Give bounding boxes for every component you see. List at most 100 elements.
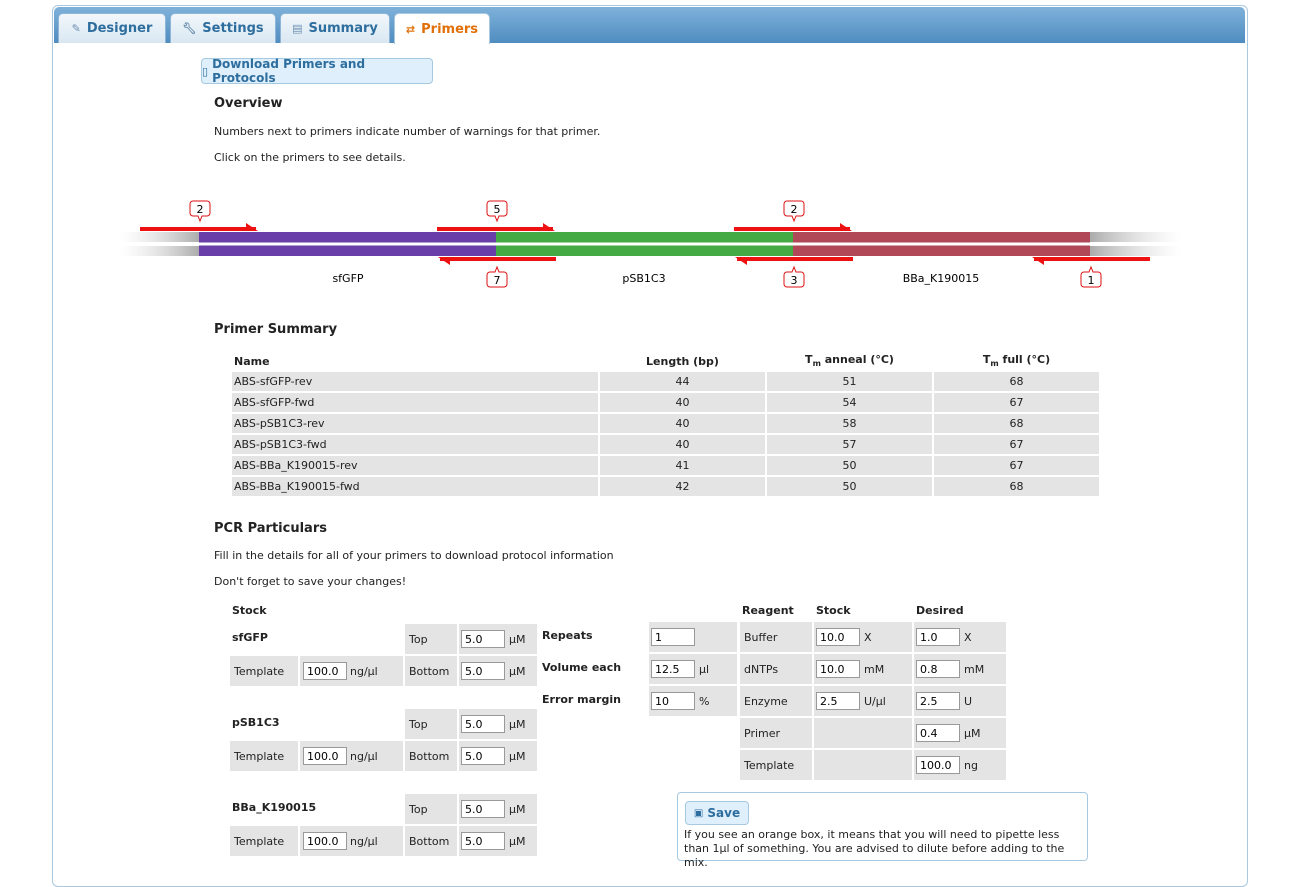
tab-label: Settings bbox=[202, 21, 264, 36]
stock-heading: Stock bbox=[232, 604, 267, 617]
table-row[interactable]: ABS-BBa_K190015-fwd 42 50 68 bbox=[232, 477, 1099, 496]
pcr-heading: PCR Particulars bbox=[214, 521, 327, 536]
col-tm-anneal: Tm anneal (°C) bbox=[805, 353, 894, 369]
reagent-desired-cell: ng bbox=[914, 750, 1006, 780]
bottom-primer-conc-input[interactable] bbox=[461, 747, 505, 765]
warning-count: 7 bbox=[494, 274, 501, 287]
forward-primer-2[interactable] bbox=[437, 223, 555, 231]
tab-settings[interactable]: 🔧︎ Settings bbox=[170, 13, 276, 43]
save-note: If you see an orange box, it means that … bbox=[684, 828, 1065, 869]
download-primers-label: Download Primers and Protocols bbox=[212, 57, 366, 85]
primer-name: ABS-pSB1C3-rev bbox=[232, 414, 598, 433]
template-conc-input[interactable] bbox=[303, 747, 347, 765]
warning-badge[interactable]: 5 bbox=[486, 200, 508, 223]
top-primer-conc-input[interactable] bbox=[461, 715, 505, 733]
primer-name: ABS-BBa_K190015-rev bbox=[232, 456, 598, 475]
top-primer-conc-input[interactable] bbox=[461, 630, 505, 648]
reagent-desired-cell: mM bbox=[914, 654, 1006, 684]
warning-count: 1 bbox=[1088, 274, 1095, 287]
top-primer-conc-input[interactable] bbox=[461, 800, 505, 818]
reverse-primer-1[interactable] bbox=[438, 257, 556, 265]
reagent-desired-heading: Desired bbox=[916, 604, 964, 617]
bottom-primer-conc-input[interactable] bbox=[461, 662, 505, 680]
reagent-stock-cell bbox=[814, 718, 912, 748]
bottom-primer-conc-input[interactable] bbox=[461, 832, 505, 850]
reagent-stock-cell bbox=[814, 750, 912, 780]
enzyme-stock-input[interactable] bbox=[816, 692, 860, 710]
top-label-cell: Top bbox=[405, 794, 457, 824]
primer-length: 42 bbox=[600, 477, 765, 496]
warning-badge[interactable]: 1 bbox=[1080, 265, 1102, 288]
tab-label: Designer bbox=[86, 21, 153, 36]
part-label-psb1c3: pSB1C3 bbox=[622, 272, 665, 285]
primer-tm-anneal: 51 bbox=[767, 372, 932, 391]
primer-tm-anneal: 50 bbox=[767, 477, 932, 496]
reagent-stock-cell: X bbox=[814, 622, 912, 652]
volume-each-input[interactable] bbox=[651, 660, 695, 678]
download-primers-button[interactable]: ▯ Download Primers and Protocols bbox=[201, 57, 433, 85]
forward-primer-1[interactable] bbox=[140, 223, 258, 231]
buffer-desired-input[interactable] bbox=[916, 628, 960, 646]
primer-length: 40 bbox=[600, 393, 765, 412]
backbone-left-bottom bbox=[120, 246, 200, 256]
reagent-heading: Reagent bbox=[742, 604, 794, 617]
dntps-desired-input[interactable] bbox=[916, 660, 960, 678]
table-row[interactable]: ABS-pSB1C3-rev 40 58 68 bbox=[232, 414, 1099, 433]
bottom-label-cell: Bottom bbox=[405, 656, 457, 686]
tab-primers[interactable]: ⇄ Primers bbox=[394, 13, 490, 44]
primer-tm-anneal: 58 bbox=[767, 414, 932, 433]
reagent-stock-heading: Stock bbox=[816, 604, 851, 617]
repeats-label: Repeats bbox=[542, 629, 593, 642]
warning-badge[interactable]: 7 bbox=[486, 265, 508, 288]
stock-part-name: BBa_K190015 bbox=[232, 801, 317, 814]
reagent-name-cell: Template bbox=[740, 750, 812, 780]
buffer-stock-input[interactable] bbox=[816, 628, 860, 646]
tab-label: Summary bbox=[308, 21, 378, 36]
reagent-name-cell: dNTPs bbox=[740, 654, 812, 684]
warning-count: 2 bbox=[791, 203, 798, 216]
warning-badge[interactable]: 2 bbox=[783, 200, 805, 223]
table-row[interactable]: ABS-BBa_K190015-rev 41 50 67 bbox=[232, 456, 1099, 475]
overview-text-2: Click on the primers to see details. bbox=[214, 151, 406, 164]
wrench-icon: 🔧︎ bbox=[182, 22, 197, 35]
table-row[interactable]: ABS-pSB1C3-fwd 40 57 67 bbox=[232, 435, 1099, 454]
tab-designer[interactable]: ✎ Designer bbox=[58, 13, 166, 43]
primer-summary-table: Name Length (bp) Tm anneal (°C) Tm full … bbox=[230, 350, 1101, 498]
error-margin-label: Error margin bbox=[542, 693, 621, 706]
template-conc-input[interactable] bbox=[303, 662, 347, 680]
reagent-desired-cell: U bbox=[914, 686, 1006, 716]
error-margin-cell: % bbox=[649, 686, 737, 716]
col-length: Length (bp) bbox=[646, 354, 719, 368]
tab-summary[interactable]: ▤ Summary bbox=[280, 13, 390, 43]
primer-tm-full: 68 bbox=[934, 477, 1099, 496]
part-label-sfgfp: sfGFP bbox=[332, 272, 363, 285]
bottom-label-cell: Bottom bbox=[405, 826, 457, 856]
warning-badge[interactable]: 2 bbox=[189, 200, 211, 223]
top-label-cell: Top bbox=[405, 624, 457, 654]
pcr-text-2: Don't forget to save your changes! bbox=[214, 575, 407, 588]
template-label-cell: Template bbox=[230, 656, 298, 686]
repeats-input[interactable] bbox=[651, 628, 695, 646]
enzyme-desired-input[interactable] bbox=[916, 692, 960, 710]
forward-primer-3[interactable] bbox=[734, 223, 852, 231]
primer-length: 41 bbox=[600, 456, 765, 475]
document-icon: ▤ bbox=[292, 22, 303, 35]
warning-count: 3 bbox=[791, 274, 798, 287]
primer-name: ABS-pSB1C3-fwd bbox=[232, 435, 598, 454]
primer-summary-heading: Primer Summary bbox=[214, 322, 338, 337]
pcr-text-1: Fill in the details for all of your prim… bbox=[214, 549, 614, 562]
reverse-primer-2[interactable] bbox=[735, 257, 853, 265]
table-row[interactable]: ABS-sfGFP-fwd 40 54 67 bbox=[232, 393, 1099, 412]
template-desired-input[interactable] bbox=[916, 756, 960, 774]
warning-badge[interactable]: 3 bbox=[783, 265, 805, 288]
table-row[interactable]: ABS-sfGFP-rev 44 51 68 bbox=[232, 372, 1099, 391]
dntps-stock-input[interactable] bbox=[816, 660, 860, 678]
construct-diagram: 2 5 2 7 3 1 sfGFP pSB1C3 BBa_K190015 bbox=[120, 200, 1181, 288]
template-conc-input[interactable] bbox=[303, 832, 347, 850]
save-panel: ▣ Save If you see an orange box, it mean… bbox=[677, 792, 1088, 869]
reverse-primer-3[interactable] bbox=[1032, 257, 1150, 265]
reagent-desired-cell: X bbox=[914, 622, 1006, 652]
primer-desired-input[interactable] bbox=[916, 724, 960, 742]
save-button[interactable]: ▣ Save bbox=[685, 801, 749, 825]
error-margin-input[interactable] bbox=[651, 692, 695, 710]
